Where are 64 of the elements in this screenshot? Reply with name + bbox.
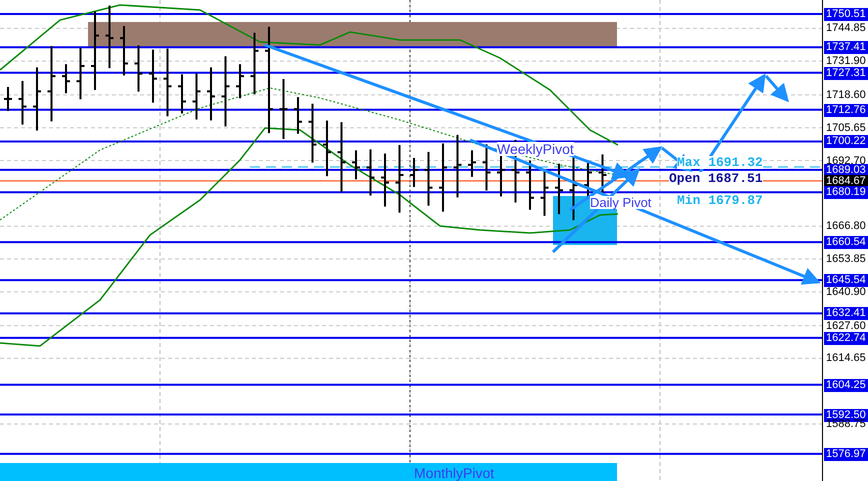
price-bar [381, 154, 389, 207]
price-bar [4, 86, 12, 111]
price-bar [308, 104, 316, 163]
chart-label: MonthlyPivot [414, 466, 494, 480]
price-label: 1640.90 [825, 286, 867, 299]
price-bar [76, 48, 84, 100]
price-bar [338, 122, 346, 192]
price-bar [149, 50, 157, 103]
price-label: 1727.31 [824, 66, 868, 80]
price-bar [323, 120, 331, 176]
price-bar [164, 48, 172, 116]
price-bar [410, 158, 418, 187]
price-label: 1737.41 [824, 41, 868, 54]
price-bar [192, 73, 200, 120]
price-bar [598, 154, 606, 193]
price-bar [570, 155, 578, 220]
price-bar [366, 149, 374, 196]
price-bar [134, 45, 142, 92]
price-bar [352, 150, 360, 180]
price-bar [454, 134, 462, 198]
price-bar [424, 152, 432, 206]
price-label: 1645.54 [824, 274, 868, 288]
price-bar [120, 26, 128, 76]
price-bar [294, 97, 302, 134]
price-label: 1750.51 [824, 8, 868, 21]
price-label: 1666.80 [825, 220, 867, 234]
price-bar [207, 67, 215, 120]
price-bar [439, 143, 447, 212]
price-bar [33, 67, 41, 131]
price-bar [584, 160, 592, 198]
price-bar [236, 64, 244, 98]
chart-label: WeeklyPivot [497, 142, 574, 156]
price-label: 1680.19 [824, 186, 868, 200]
price-label: 1627.60 [825, 320, 867, 333]
price-label: 1632.41 [824, 307, 868, 320]
chart-label: Min 1679.87 [677, 194, 763, 207]
price-label: 1653.85 [825, 253, 867, 266]
price-label: 1604.25 [824, 378, 868, 392]
chart-label: Open 1687.51 [669, 172, 763, 185]
price-label: 1718.60 [825, 88, 867, 102]
price-bar [540, 170, 548, 216]
price-label: 1712.76 [824, 104, 868, 117]
price-bar [396, 145, 404, 213]
price-bar [222, 56, 230, 126]
price-bar [106, 6, 114, 68]
price-bar [468, 150, 476, 177]
price-bar [555, 164, 563, 214]
price-label: 1660.54 [824, 236, 868, 250]
price-label: 1731.90 [825, 55, 867, 68]
price-label: 1705.65 [825, 122, 867, 135]
price-label: 1576.97 [824, 448, 868, 461]
price-bar [526, 160, 534, 210]
price-bar [280, 79, 288, 140]
price-label: 1614.65 [825, 352, 867, 366]
price-bar [482, 144, 490, 190]
price-label: 1744.85 [825, 22, 867, 36]
price-bar [250, 32, 258, 94]
price-label: 1622.74 [824, 332, 868, 345]
price-bar [178, 74, 186, 114]
chart-label: Max 1691.32 [677, 156, 763, 169]
price-bar [18, 80, 26, 125]
price-label: 1700.22 [824, 135, 868, 148]
chart-label: Daily Pivot [590, 196, 652, 209]
price-bar [62, 64, 70, 94]
